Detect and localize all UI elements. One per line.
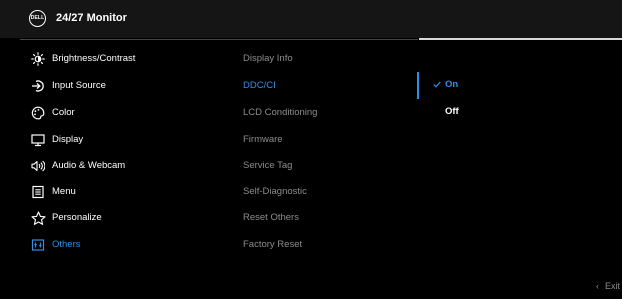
menu-item-personalize[interactable]: Personalize xyxy=(30,210,102,226)
menu-item-others[interactable]: Others xyxy=(30,237,81,253)
menu-label: Brightness/Contrast xyxy=(52,53,136,64)
color-icon xyxy=(30,105,46,121)
checkmark-icon xyxy=(433,78,441,92)
submenu-item-factory-reset[interactable]: Factory Reset xyxy=(243,238,302,252)
audio-webcam-icon xyxy=(30,158,46,174)
monitor-osd: DELL 24/27 Monitor Brightness/Contrast I… xyxy=(0,0,622,299)
logo-text: DELL xyxy=(30,15,45,21)
menu-item-display[interactable]: Display xyxy=(30,132,83,148)
option-on[interactable]: On xyxy=(433,78,458,92)
menu-label: Audio & Webcam xyxy=(52,160,126,171)
star-icon xyxy=(30,210,46,226)
input-source-icon xyxy=(30,78,46,94)
header-divider xyxy=(20,39,418,40)
menu-item-brightness-contrast[interactable]: Brightness/Contrast xyxy=(30,51,135,67)
display-icon xyxy=(30,132,46,148)
menu-icon xyxy=(30,184,46,200)
submenu-item-firmware[interactable]: Firmware xyxy=(243,133,283,147)
others-icon xyxy=(30,237,46,253)
option-off[interactable]: Off xyxy=(445,105,459,119)
menu-label: Others xyxy=(52,239,81,250)
chevron-left-icon: ‹ xyxy=(596,281,599,291)
menu-item-audio-webcam[interactable]: Audio & Webcam xyxy=(30,158,125,174)
submenu-item-service-tag[interactable]: Service Tag xyxy=(243,159,292,173)
osd-header: DELL 24/27 Monitor xyxy=(0,0,622,38)
selection-indicator xyxy=(417,72,419,99)
page-title: 24/27 Monitor xyxy=(56,12,127,24)
menu-item-color[interactable]: Color xyxy=(30,105,75,121)
menu-item-menu[interactable]: Menu xyxy=(30,184,76,200)
exit-button[interactable]: ‹ Exit xyxy=(596,280,620,292)
menu-label: Menu xyxy=(52,186,76,197)
submenu-item-self-diagnostic[interactable]: Self-Diagnostic xyxy=(243,185,307,199)
header-divider-highlight xyxy=(419,38,622,40)
brightness-icon xyxy=(30,51,46,67)
menu-item-input-source[interactable]: Input Source xyxy=(30,78,106,94)
menu-label: Display xyxy=(52,134,84,145)
submenu-item-lcd-conditioning[interactable]: LCD Conditioning xyxy=(243,106,317,120)
option-on-label: On xyxy=(445,79,459,90)
submenu-item-ddc-ci[interactable]: DDC/CI xyxy=(243,79,276,93)
submenu-item-display-info[interactable]: Display Info xyxy=(243,52,293,66)
menu-label: Color xyxy=(52,107,75,118)
submenu-item-reset-others[interactable]: Reset Others xyxy=(243,211,299,225)
menu-label: Input Source xyxy=(52,80,106,91)
exit-label: Exit xyxy=(605,281,621,291)
dell-logo: DELL xyxy=(29,10,46,27)
menu-label: Personalize xyxy=(52,212,102,223)
